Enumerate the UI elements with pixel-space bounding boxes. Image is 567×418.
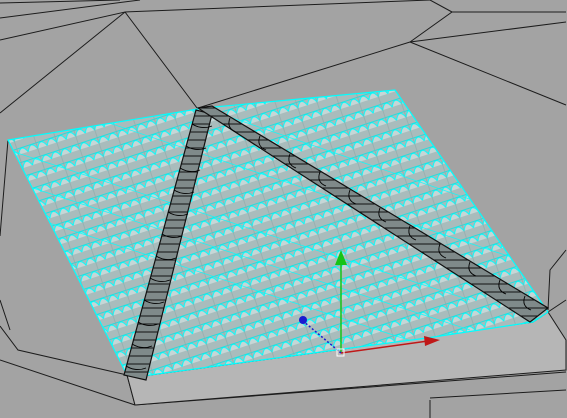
- viewport-scene[interactable]: [0, 0, 567, 418]
- 3d-viewport[interactable]: [0, 0, 567, 418]
- z-axis-arrow-icon: [299, 316, 307, 324]
